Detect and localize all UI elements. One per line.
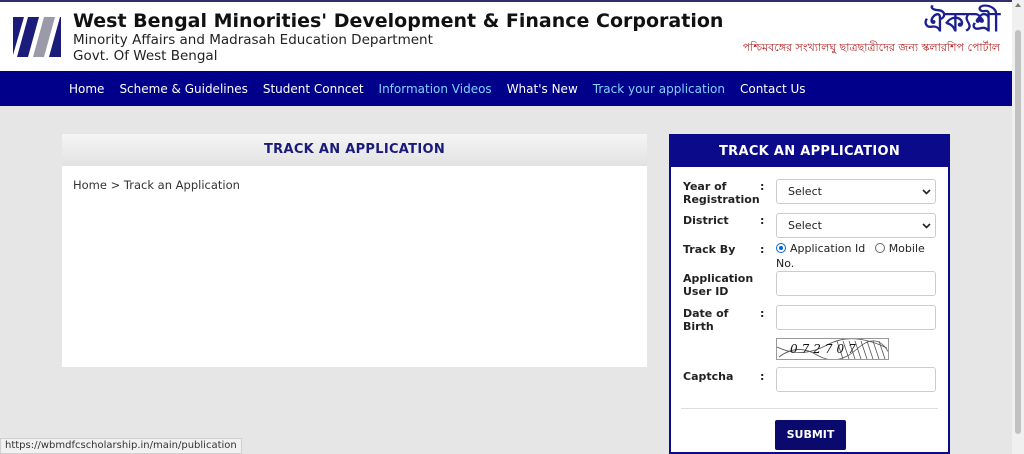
breadcrumb-separator: >	[110, 178, 121, 192]
panel-title: TRACK AN APPLICATION	[62, 134, 647, 166]
form-divider	[681, 408, 938, 409]
aikyashree-brand: ঐক্যশ্রী পশ্চিমবঙ্গের সংখ্যালঘু ছাত্রছাত…	[743, 6, 1000, 56]
track-application-form: TRACK AN APPLICATION Year of Registratio…	[669, 134, 950, 454]
vertical-scrollbar[interactable]	[1012, 0, 1024, 454]
colon: :	[760, 307, 765, 320]
brand-tagline: পশ্চিমবঙ্গের সংখ্যালঘু ছাত্রছাত্রীদের জন…	[742, 41, 1000, 54]
year-of-registration-select[interactable]: Select	[776, 179, 936, 204]
application-user-id-input[interactable]	[776, 271, 936, 296]
colon: :	[760, 180, 765, 193]
chevron-down-icon	[922, 189, 931, 195]
radio-application-id[interactable]	[776, 243, 786, 253]
colon: :	[760, 243, 765, 256]
org-title: West Bengal Minorities' Development & Fi…	[73, 10, 724, 32]
radio-application-id-label: Application Id	[790, 242, 866, 255]
nav-track-application[interactable]: Track your application	[593, 82, 725, 96]
application-user-id-label: Application User ID	[683, 272, 754, 298]
aikyashree-logo[interactable]: ঐক্যশ্রী	[743, 6, 1000, 40]
chevron-down-icon	[922, 223, 931, 229]
breadcrumb: Home > Track an Application	[62, 166, 647, 204]
colon: :	[760, 370, 765, 383]
breadcrumb-home-link[interactable]: Home	[73, 178, 107, 192]
colon: :	[760, 214, 765, 227]
captcha-image: 072707	[776, 338, 889, 360]
wbmdfc-logo[interactable]	[11, 15, 63, 58]
captcha-input[interactable]	[776, 367, 936, 392]
year-of-registration-label: Year of Registration	[683, 180, 760, 206]
nav-student-connect[interactable]: Student Conncet	[263, 82, 364, 96]
government-name: Govt. Of West Bengal	[73, 48, 218, 64]
track-by-options: Application Id Mobile No.	[776, 241, 946, 271]
district-label: District	[683, 214, 729, 227]
nav-home[interactable]: Home	[69, 82, 104, 96]
form-title: TRACK AN APPLICATION	[671, 136, 948, 167]
year-select-value: Select	[788, 185, 822, 198]
date-of-birth-label: Date of Birth	[683, 307, 729, 333]
radio-mobile-no[interactable]	[874, 243, 885, 253]
district-select[interactable]: Select	[776, 213, 936, 238]
nav-scheme-guidelines[interactable]: Scheme & Guidelines	[119, 82, 247, 96]
captcha-text: 072707	[790, 342, 860, 356]
captcha-label: Captcha	[683, 370, 734, 383]
status-bar-url: https://wbmdfcscholarship.in/main/public…	[0, 438, 242, 454]
org-name-block: West Bengal Minorities' Development & Fi…	[73, 10, 723, 64]
district-select-value: Select	[788, 219, 822, 232]
track-application-panel: TRACK AN APPLICATION Home > Track an App…	[62, 134, 647, 367]
scroll-up-arrow-icon[interactable]	[1015, 3, 1021, 7]
submit-button[interactable]: SUBMIT	[775, 420, 846, 450]
scrollbar-thumb[interactable]	[1015, 30, 1021, 434]
track-by-label: Track By	[683, 243, 736, 256]
date-of-birth-input[interactable]	[776, 305, 936, 330]
breadcrumb-current: Track an Application	[123, 178, 240, 192]
nav-whats-new[interactable]: What's New	[507, 82, 578, 96]
site-header: West Bengal Minorities' Development & Fi…	[0, 0, 1012, 71]
main-navigation: Home Scheme & Guidelines Student Conncet…	[0, 71, 1012, 106]
nav-information-videos[interactable]: Information Videos	[379, 82, 492, 96]
department-name: Minority Affairs and Madrasah Education …	[73, 32, 433, 48]
nav-contact-us[interactable]: Contact Us	[740, 82, 806, 96]
